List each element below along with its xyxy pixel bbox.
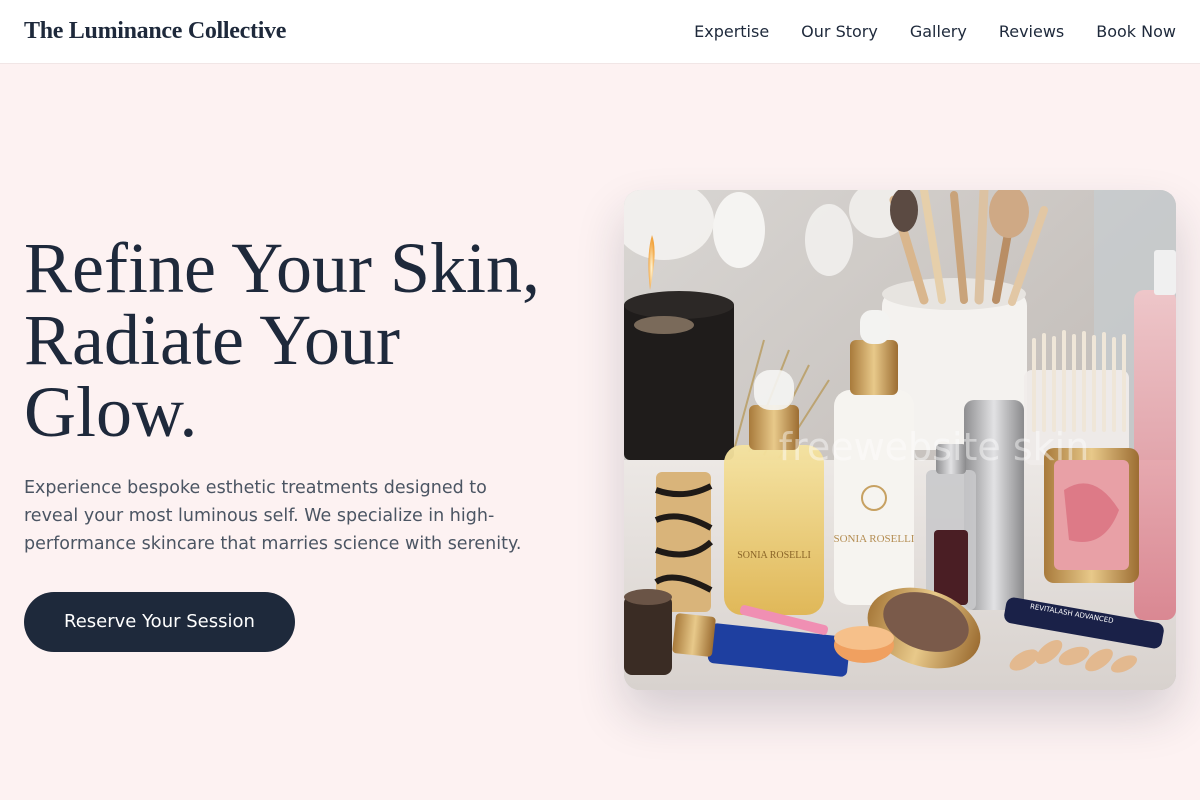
headline-line-3: Glow. <box>24 372 198 452</box>
top-navbar: The Luminance Collective Expertise Our S… <box>0 0 1200 64</box>
hero-description: Experience bespoke esthetic treatments d… <box>24 478 522 554</box>
reserve-session-button[interactable]: Reserve Your Session <box>24 592 295 652</box>
image-watermark: freewebsite skin <box>779 425 1090 469</box>
headline-line-2: Radiate Your <box>24 300 400 380</box>
nav-link-expertise[interactable]: Expertise <box>694 22 769 41</box>
hero-headline: Refine Your Skin, Radiate Your Glow. <box>24 232 584 448</box>
hero-product-photo: SONIA ROSELLI SONIA ROSELLI REVITALASH A… <box>624 190 1176 690</box>
nav-link-reviews[interactable]: Reviews <box>999 22 1064 41</box>
nav-link-book-now[interactable]: Book Now <box>1096 22 1176 41</box>
nav-link-gallery[interactable]: Gallery <box>910 22 967 41</box>
headline-line-1: Refine Your Skin, <box>24 228 541 308</box>
cosmetics-illustration: SONIA ROSELLI SONIA ROSELLI REVITALASH A… <box>624 190 1176 690</box>
main-menu: Expertise Our Story Gallery Reviews Book… <box>694 22 1176 41</box>
nav-link-our-story[interactable]: Our Story <box>801 22 878 41</box>
lotion-brand-label: SONIA ROSELLI <box>834 533 915 545</box>
brand-logo[interactable]: The Luminance Collective <box>24 18 286 45</box>
serum-brand-label: SONIA ROSELLI <box>737 550 811 561</box>
hero-section: Refine Your Skin, Radiate Your Glow. Exp… <box>24 232 584 652</box>
